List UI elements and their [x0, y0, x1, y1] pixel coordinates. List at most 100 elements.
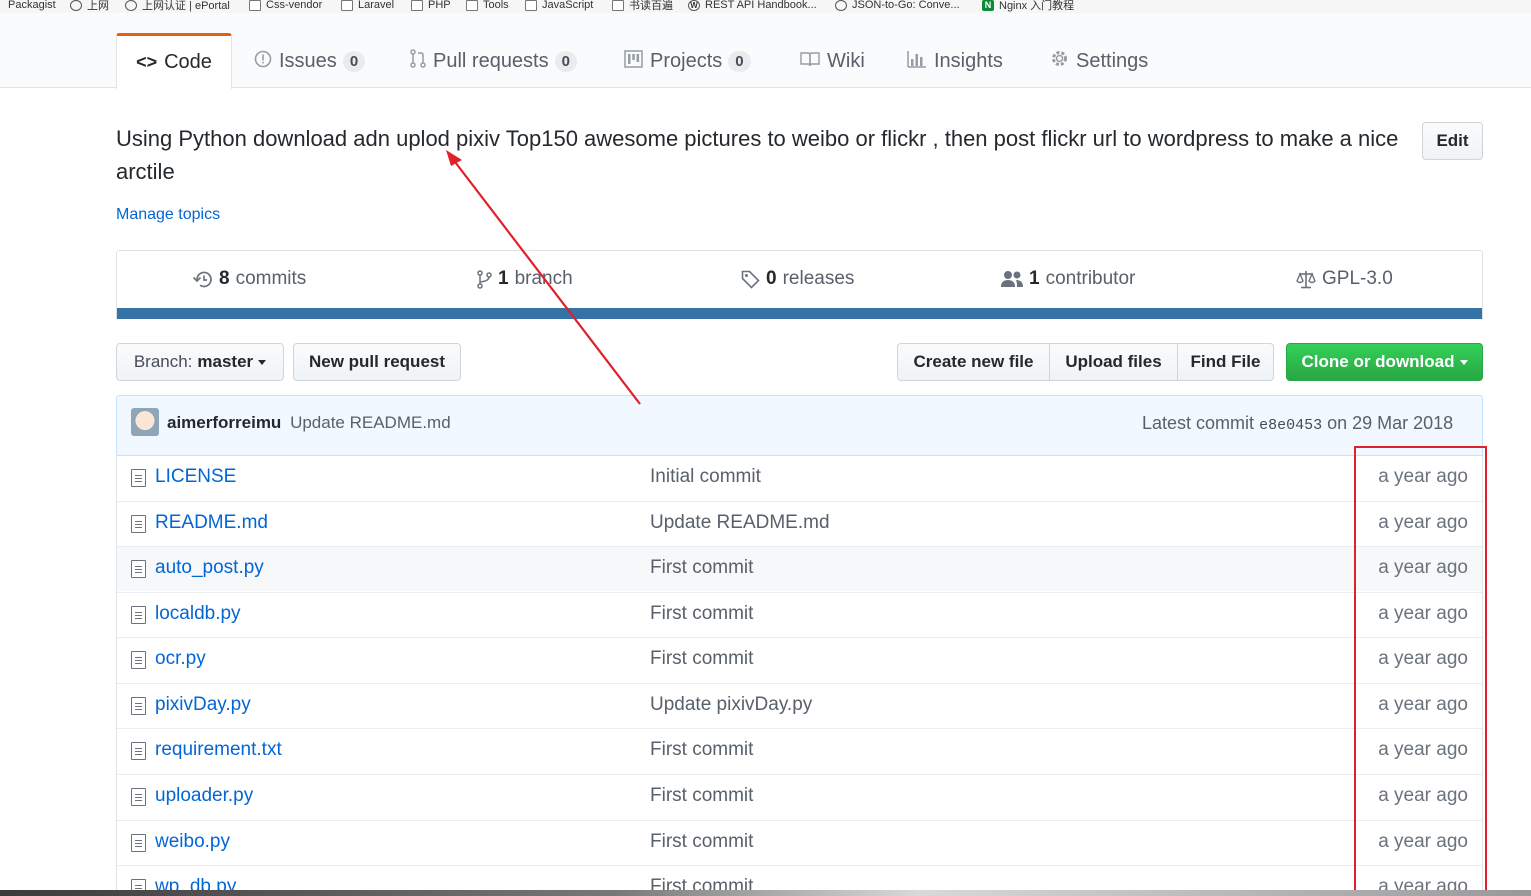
branch-select-button[interactable]: Branch: master: [116, 343, 284, 381]
releases-link[interactable]: 0 releases: [741, 268, 854, 290]
tab-projects[interactable]: Projects 0: [624, 33, 751, 89]
commit-message-link[interactable]: First commit: [650, 785, 753, 807]
issue-opened-icon: [254, 50, 272, 73]
tab-wiki-label: Wiki: [827, 49, 865, 72]
bookmark-item[interactable]: W REST API Handbook...: [688, 0, 817, 13]
tab-settings[interactable]: Settings: [1050, 33, 1148, 89]
latest-commit-label: Latest commit: [1142, 413, 1255, 433]
tab-pull-requests[interactable]: Pull requests 0: [410, 33, 577, 89]
bookmark-label: JavaScript: [542, 0, 594, 11]
commit-message-link[interactable]: First commit: [650, 831, 753, 853]
bookmark-item[interactable]: PHP: [411, 0, 451, 13]
file-icon: [131, 606, 146, 624]
commit-message-link[interactable]: Update README.md: [290, 413, 451, 432]
bookmark-label: 上网认证 | ePortal: [142, 0, 230, 12]
bookmark-item[interactable]: 上网认证 | ePortal: [125, 0, 230, 13]
bookmark-item[interactable]: N Nginx 入门教程: [982, 0, 1074, 13]
table-row: localdb.py First commit a year ago: [117, 592, 1482, 637]
folder-icon: [525, 0, 537, 11]
bookmark-label: 上网: [87, 0, 109, 12]
file-name-link[interactable]: README.md: [155, 512, 268, 534]
bookmark-label: Tools: [483, 0, 509, 11]
file-name-link[interactable]: ocr.py: [155, 648, 206, 670]
folder-icon: [341, 0, 353, 11]
branches-link[interactable]: 1 branch: [477, 268, 573, 290]
releases-label: releases: [782, 268, 855, 289]
pull-requests-counter: 0: [554, 50, 577, 72]
nginx-icon: N: [982, 0, 994, 11]
bookmark-item[interactable]: 书读百遍: [612, 0, 673, 13]
file-icon: [131, 560, 146, 578]
git-branch-icon: [477, 269, 492, 289]
people-icon: [1001, 270, 1023, 288]
issues-counter: 0: [342, 50, 366, 72]
tab-projects-label: Projects: [650, 49, 723, 72]
manage-topics-link[interactable]: Manage topics: [116, 206, 220, 224]
avatar[interactable]: [131, 408, 159, 436]
tab-issues[interactable]: Issues 0: [254, 33, 366, 89]
commits-label: commits: [235, 268, 307, 289]
edit-description-button[interactable]: Edit: [1422, 122, 1483, 160]
commit-sha-link[interactable]: e8e0453: [1259, 417, 1322, 434]
table-row: pixivDay.py Update pixivDay.py a year ag…: [117, 683, 1482, 728]
commit-message-link[interactable]: Initial commit: [650, 466, 761, 488]
contributors-link[interactable]: 1 contributor: [1001, 268, 1135, 290]
commit-author-link[interactable]: aimerforreimu: [167, 413, 281, 432]
repo-description: Using Python download adn uplod pixiv To…: [116, 126, 1399, 184]
file-name-link[interactable]: LICENSE: [155, 466, 236, 488]
commits-link[interactable]: 8 commits: [192, 268, 306, 290]
language-bar[interactable]: [117, 308, 1482, 319]
bookmark-label: 书读百遍: [629, 0, 673, 12]
bookmark-item[interactable]: Css-vendor: [249, 0, 322, 13]
bookmark-item[interactable]: 上网: [70, 0, 109, 13]
bookmark-item[interactable]: JSON-to-Go: Conve...: [835, 0, 960, 13]
commit-message-link[interactable]: Update pixivDay.py: [650, 694, 812, 716]
tab-code[interactable]: <> Code: [116, 33, 232, 89]
tag-icon: [741, 270, 760, 289]
file-name-link[interactable]: weibo.py: [155, 831, 230, 853]
upload-files-button[interactable]: Upload files: [1049, 343, 1178, 381]
tab-insights[interactable]: Insights: [907, 33, 1003, 89]
clone-or-download-label: Clone or download: [1301, 352, 1455, 371]
commit-message-link[interactable]: First commit: [650, 648, 753, 670]
table-row: auto_post.py First commit a year ago: [117, 546, 1482, 591]
bookmark-label: REST API Handbook...: [705, 0, 817, 11]
file-icon: [131, 651, 146, 669]
find-file-button[interactable]: Find File: [1177, 343, 1274, 381]
folder-icon: [466, 0, 478, 11]
commit-message-link[interactable]: First commit: [650, 603, 753, 625]
commit-message-link[interactable]: Update README.md: [650, 512, 830, 534]
bookmark-item[interactable]: Laravel: [341, 0, 394, 13]
license-label: GPL-3.0: [1322, 268, 1393, 289]
commit-message-link[interactable]: First commit: [650, 557, 753, 579]
file-table: LICENSE Initial commit a year ago README…: [116, 456, 1483, 896]
file-icon: [131, 469, 146, 487]
project-icon: [624, 49, 643, 73]
folder-icon: [249, 0, 261, 11]
file-name-link[interactable]: pixivDay.py: [155, 694, 251, 716]
file-name-link[interactable]: localdb.py: [155, 603, 241, 625]
tab-issues-label: Issues: [279, 49, 337, 72]
license-link[interactable]: GPL-3.0: [1296, 268, 1393, 290]
new-pull-request-button[interactable]: New pull request: [293, 343, 461, 381]
file-name-link[interactable]: requirement.txt: [155, 739, 282, 761]
file-name-link[interactable]: auto_post.py: [155, 557, 264, 579]
file-icon: [131, 742, 146, 760]
bookmark-label: Css-vendor: [266, 0, 323, 11]
tab-wiki[interactable]: Wiki: [800, 33, 865, 89]
commit-date: on 29 Mar 2018: [1327, 413, 1454, 433]
commit-message-link[interactable]: First commit: [650, 739, 753, 761]
file-name-link[interactable]: uploader.py: [155, 785, 253, 807]
clone-or-download-button[interactable]: Clone or download: [1286, 343, 1483, 381]
file-icon: [131, 834, 146, 852]
create-new-file-button[interactable]: Create new file: [897, 343, 1050, 381]
folder-icon: [612, 0, 624, 11]
table-row: weibo.py First commit a year ago: [117, 820, 1482, 865]
bookmark-item[interactable]: Packagist: [0, 0, 56, 13]
table-row: uploader.py First commit a year ago: [117, 774, 1482, 819]
bookmark-item[interactable]: Tools: [466, 0, 509, 13]
globe-icon: [70, 0, 82, 11]
code-icon: <>: [136, 52, 158, 72]
bookmarks-bar: Packagist 上网 上网认证 | ePortal Css-vendor L…: [0, 0, 1531, 13]
bookmark-item[interactable]: JavaScript: [525, 0, 593, 13]
